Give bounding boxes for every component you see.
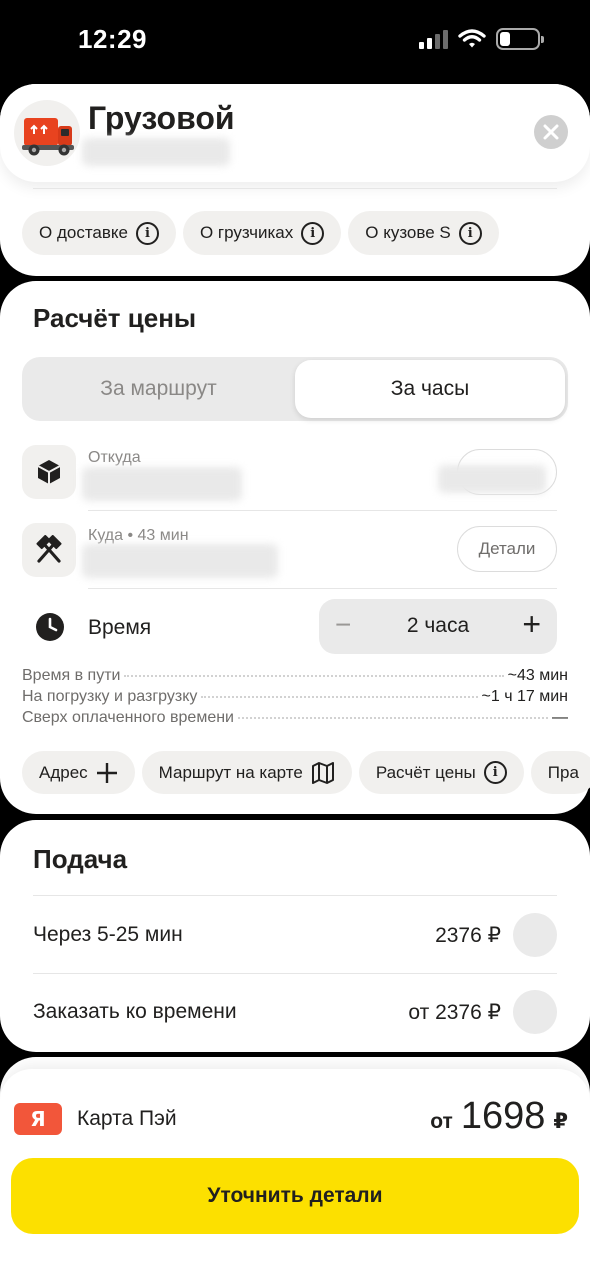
status-icons (419, 28, 544, 50)
delivery-option-scheduled[interactable]: Заказать ко времени от 2376 ₽ (33, 974, 557, 1050)
option-radio[interactable] (513, 913, 557, 957)
divider (33, 895, 557, 896)
close-icon (543, 124, 559, 140)
increase-hours-button[interactable]: + (522, 606, 541, 643)
price-calc-card: Расчёт цены За маршрут За часы Откуда Ку… (0, 281, 590, 814)
chip-label: Пра (547, 762, 579, 782)
chip-label: Адрес (39, 762, 88, 782)
tab-per-route[interactable]: За маршрут (22, 357, 295, 421)
delivery-card: Подача Через 5-25 мин 2376 ₽ Заказать ко… (0, 820, 590, 1052)
breakdown-value: — (552, 709, 568, 726)
details-button[interactable]: Детали (457, 526, 557, 572)
chip-label: О доставке (39, 223, 128, 242)
battery-icon (496, 28, 544, 50)
cellular-signal-icon (419, 29, 448, 49)
action-chips: Адрес Маршрут на карте Расчёт цены i Пра (22, 751, 590, 794)
truck-icon (14, 100, 80, 166)
breakdown-label: Сверх оплаченного времени (22, 709, 234, 726)
tariff-header-card: Грузовой О доставке i О грузчиках i О ку… (0, 84, 590, 276)
info-icon: i (301, 221, 325, 245)
plus-icon (96, 762, 117, 783)
order-panel: Я Карта Пэй от 1698 ₽ Уточнить детали (0, 1057, 590, 1280)
redacted-to-address[interactable] (82, 544, 278, 578)
divider (33, 188, 557, 189)
info-chips: О доставке i О грузчиках i О кузове S i (22, 211, 499, 255)
box-icon (22, 445, 76, 499)
option-label: Заказать ко времени (33, 1000, 237, 1023)
breakdown-value: ~1 ч 17 мин (481, 688, 568, 705)
tariff-header: Грузовой (0, 84, 590, 182)
to-label: Куда • 43 мин (88, 527, 189, 544)
chip-label: О кузове S (365, 223, 451, 242)
price-prefix: от (430, 1110, 453, 1133)
hours-stepper: − 2 часа + (319, 599, 557, 654)
order-panel-inner: Я Карта Пэй от 1698 ₽ Уточнить детали (0, 1069, 590, 1280)
delivery-option-now[interactable]: Через 5-25 мин 2376 ₽ (33, 897, 557, 973)
close-button[interactable] (534, 115, 568, 149)
option-price: 2376 ₽ (435, 924, 501, 947)
chip-about-body[interactable]: О кузове S i (348, 211, 499, 255)
price-value: 1698 (460, 1095, 546, 1137)
breakdown-label: На погрузку и разгрузку (22, 688, 198, 705)
chip-about-delivery[interactable]: О доставке i (22, 211, 176, 255)
chip-label: О грузчиках (199, 223, 294, 242)
chip-label: Расчёт цены (375, 762, 476, 782)
info-icon: i (135, 221, 159, 245)
info-icon: i (458, 221, 482, 245)
yandex-pay-logo: Я (14, 1103, 62, 1135)
info-icon: i (483, 761, 507, 784)
chip-label: Маршрут на карте (158, 762, 303, 782)
tariff-title: Грузовой (88, 100, 235, 136)
divider (88, 588, 557, 589)
hours-value: 2 часа (406, 614, 470, 637)
clock-icon (36, 613, 64, 641)
breakdown-row: Время в пути ~43 мин (22, 667, 568, 685)
section-title: Подача (33, 844, 128, 874)
chip-price-calc[interactable]: Расчёт цены i (358, 751, 524, 794)
from-label: Откуда (88, 449, 141, 466)
wifi-icon (458, 29, 486, 48)
total-price: от 1698 ₽ (430, 1095, 568, 1138)
chip-add-address[interactable]: Адрес (22, 751, 135, 794)
status-bar: 12:29 (0, 0, 590, 84)
chip-route-on-map[interactable]: Маршрут на карте (141, 751, 352, 794)
option-price: от 2376 ₽ (408, 1001, 501, 1024)
redacted-from-address[interactable] (82, 467, 242, 501)
option-label: Через 5-25 мин (33, 923, 183, 946)
pricing-mode-toggle: За маршрут За часы (22, 357, 568, 421)
chip-rules[interactable]: Пра (530, 751, 590, 794)
breakdown-label: Время в пути (22, 667, 121, 684)
redacted-from-action (438, 465, 546, 493)
breakdown-value: ~43 мин (507, 667, 568, 684)
option-radio[interactable] (513, 990, 557, 1034)
payment-method[interactable]: Карта Пэй (77, 1107, 177, 1131)
hammers-icon (22, 523, 76, 577)
breakdown-row: Сверх оплаченного времени — (22, 709, 568, 727)
specify-details-button[interactable]: Уточнить детали (11, 1158, 579, 1234)
chip-about-loaders[interactable]: О грузчиках i (182, 211, 342, 255)
tab-per-hour[interactable]: За часы (295, 360, 565, 418)
divider (88, 510, 557, 511)
section-title: Расчёт цены (33, 303, 197, 333)
breakdown-row: На погрузку и разгрузку ~1 ч 17 мин (22, 688, 568, 706)
price-currency: ₽ (553, 1110, 568, 1133)
time-label: Время (88, 616, 152, 639)
redacted-subtitle (82, 138, 230, 166)
map-icon (311, 761, 334, 784)
status-time: 12:29 (78, 24, 147, 54)
